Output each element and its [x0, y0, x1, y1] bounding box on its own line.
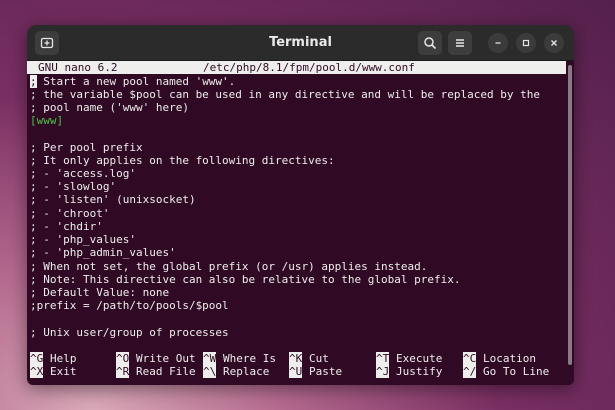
close-icon — [551, 40, 557, 46]
shortcut-label: Location — [483, 352, 536, 365]
new-tab-button[interactable] — [35, 31, 59, 55]
menu-button[interactable] — [448, 31, 472, 55]
scrollbar[interactable] — [566, 61, 574, 385]
shortcut-label: Write Out — [136, 352, 196, 365]
shortcut-key: ^W — [203, 352, 217, 365]
buffer-line: ; Default Value: none — [30, 286, 170, 299]
buffer-line: ; Per pool prefix — [30, 141, 143, 154]
shortcut-label: Replace — [223, 365, 270, 378]
shortcut-key: ^C — [463, 352, 477, 365]
shortcut-label: Exit — [50, 365, 77, 378]
buffer-line: ; When not set, the global prefix (or /u… — [30, 260, 428, 273]
shortcut-key: ^U — [289, 365, 303, 378]
shortcut-label: Read File — [136, 365, 196, 378]
minimize-button[interactable] — [488, 33, 508, 53]
search-button[interactable] — [418, 31, 442, 55]
buffer-line: ; - 'php_admin_values' — [30, 246, 176, 259]
nano-filename: /etc/php/8.1/fpm/pool.d/www.conf — [203, 61, 415, 74]
maximize-button[interactable] — [516, 33, 536, 53]
buffer-line-section: [www] — [30, 114, 64, 127]
buffer-line: ; pool name ('www' here) — [30, 101, 189, 114]
terminal-window: Terminal GNU nano 6.2 /etc/php/8.1/fpm/p… — [27, 25, 574, 385]
buffer-line: ; Start a new pool named 'www'. — [30, 75, 235, 88]
buffer-line: ; Note: This directive can also be relat… — [30, 273, 461, 286]
shortcut-key: ^K — [289, 352, 303, 365]
shortcut-key: ^G — [30, 352, 44, 365]
hamburger-menu-icon — [456, 39, 464, 47]
buffer-line: ; - 'listen' (unixsocket) — [30, 193, 196, 206]
shortcut-key: ^X — [30, 365, 44, 378]
shortcut-label: Execute — [396, 352, 443, 365]
buffer-line: ;prefix = /path/to/pools/$pool — [30, 299, 229, 312]
shortcut-key: ^/ — [463, 365, 477, 378]
buffer-line: ; the variable $pool can be used in any … — [30, 88, 540, 101]
buffer-line: ; It only applies on the following direc… — [30, 154, 335, 167]
buffer-line: ; - 'access.log' — [30, 167, 136, 180]
buffer-line: ; Unix user/group of processes — [30, 326, 229, 339]
search-icon — [424, 37, 437, 50]
terminal-content[interactable]: GNU nano 6.2 /etc/php/8.1/fpm/pool.d/www… — [27, 61, 566, 385]
shortcut-label: Justify — [396, 365, 443, 378]
minimize-icon — [495, 42, 501, 44]
shortcut-label: Paste — [309, 365, 343, 378]
shortcut-key: ^J — [376, 365, 390, 378]
buffer-line: ; - 'slowlog' — [30, 180, 117, 193]
text-cursor: ; — [30, 75, 37, 88]
shortcut-key: ^O — [116, 352, 130, 365]
shortcut-label: Help — [50, 352, 77, 365]
scrollbar-thumb[interactable] — [568, 65, 572, 365]
buffer-line: ; - 'php_values' — [30, 233, 136, 246]
shortcut-label: Cut — [309, 352, 329, 365]
shortcut-key: ^\ — [203, 365, 217, 378]
title-bar: Terminal — [27, 25, 574, 61]
maximize-icon — [522, 39, 530, 47]
new-tab-icon — [40, 37, 54, 49]
close-button[interactable] — [544, 33, 564, 53]
shortcut-key: ^R — [116, 365, 130, 378]
shortcut-key: ^T — [376, 352, 390, 365]
shortcut-label: Where Is — [223, 352, 276, 365]
line-text: Start a new pool named 'www'. — [36, 75, 236, 88]
buffer-line: ; - 'chroot' — [30, 207, 110, 220]
buffer-line: ; - 'chdir' — [30, 220, 103, 233]
nano-version: GNU nano 6.2 — [38, 61, 118, 74]
shortcut-label: Go To Line — [483, 365, 550, 378]
nano-header: GNU nano 6.2 /etc/php/8.1/fpm/pool.d/www… — [27, 61, 566, 74]
